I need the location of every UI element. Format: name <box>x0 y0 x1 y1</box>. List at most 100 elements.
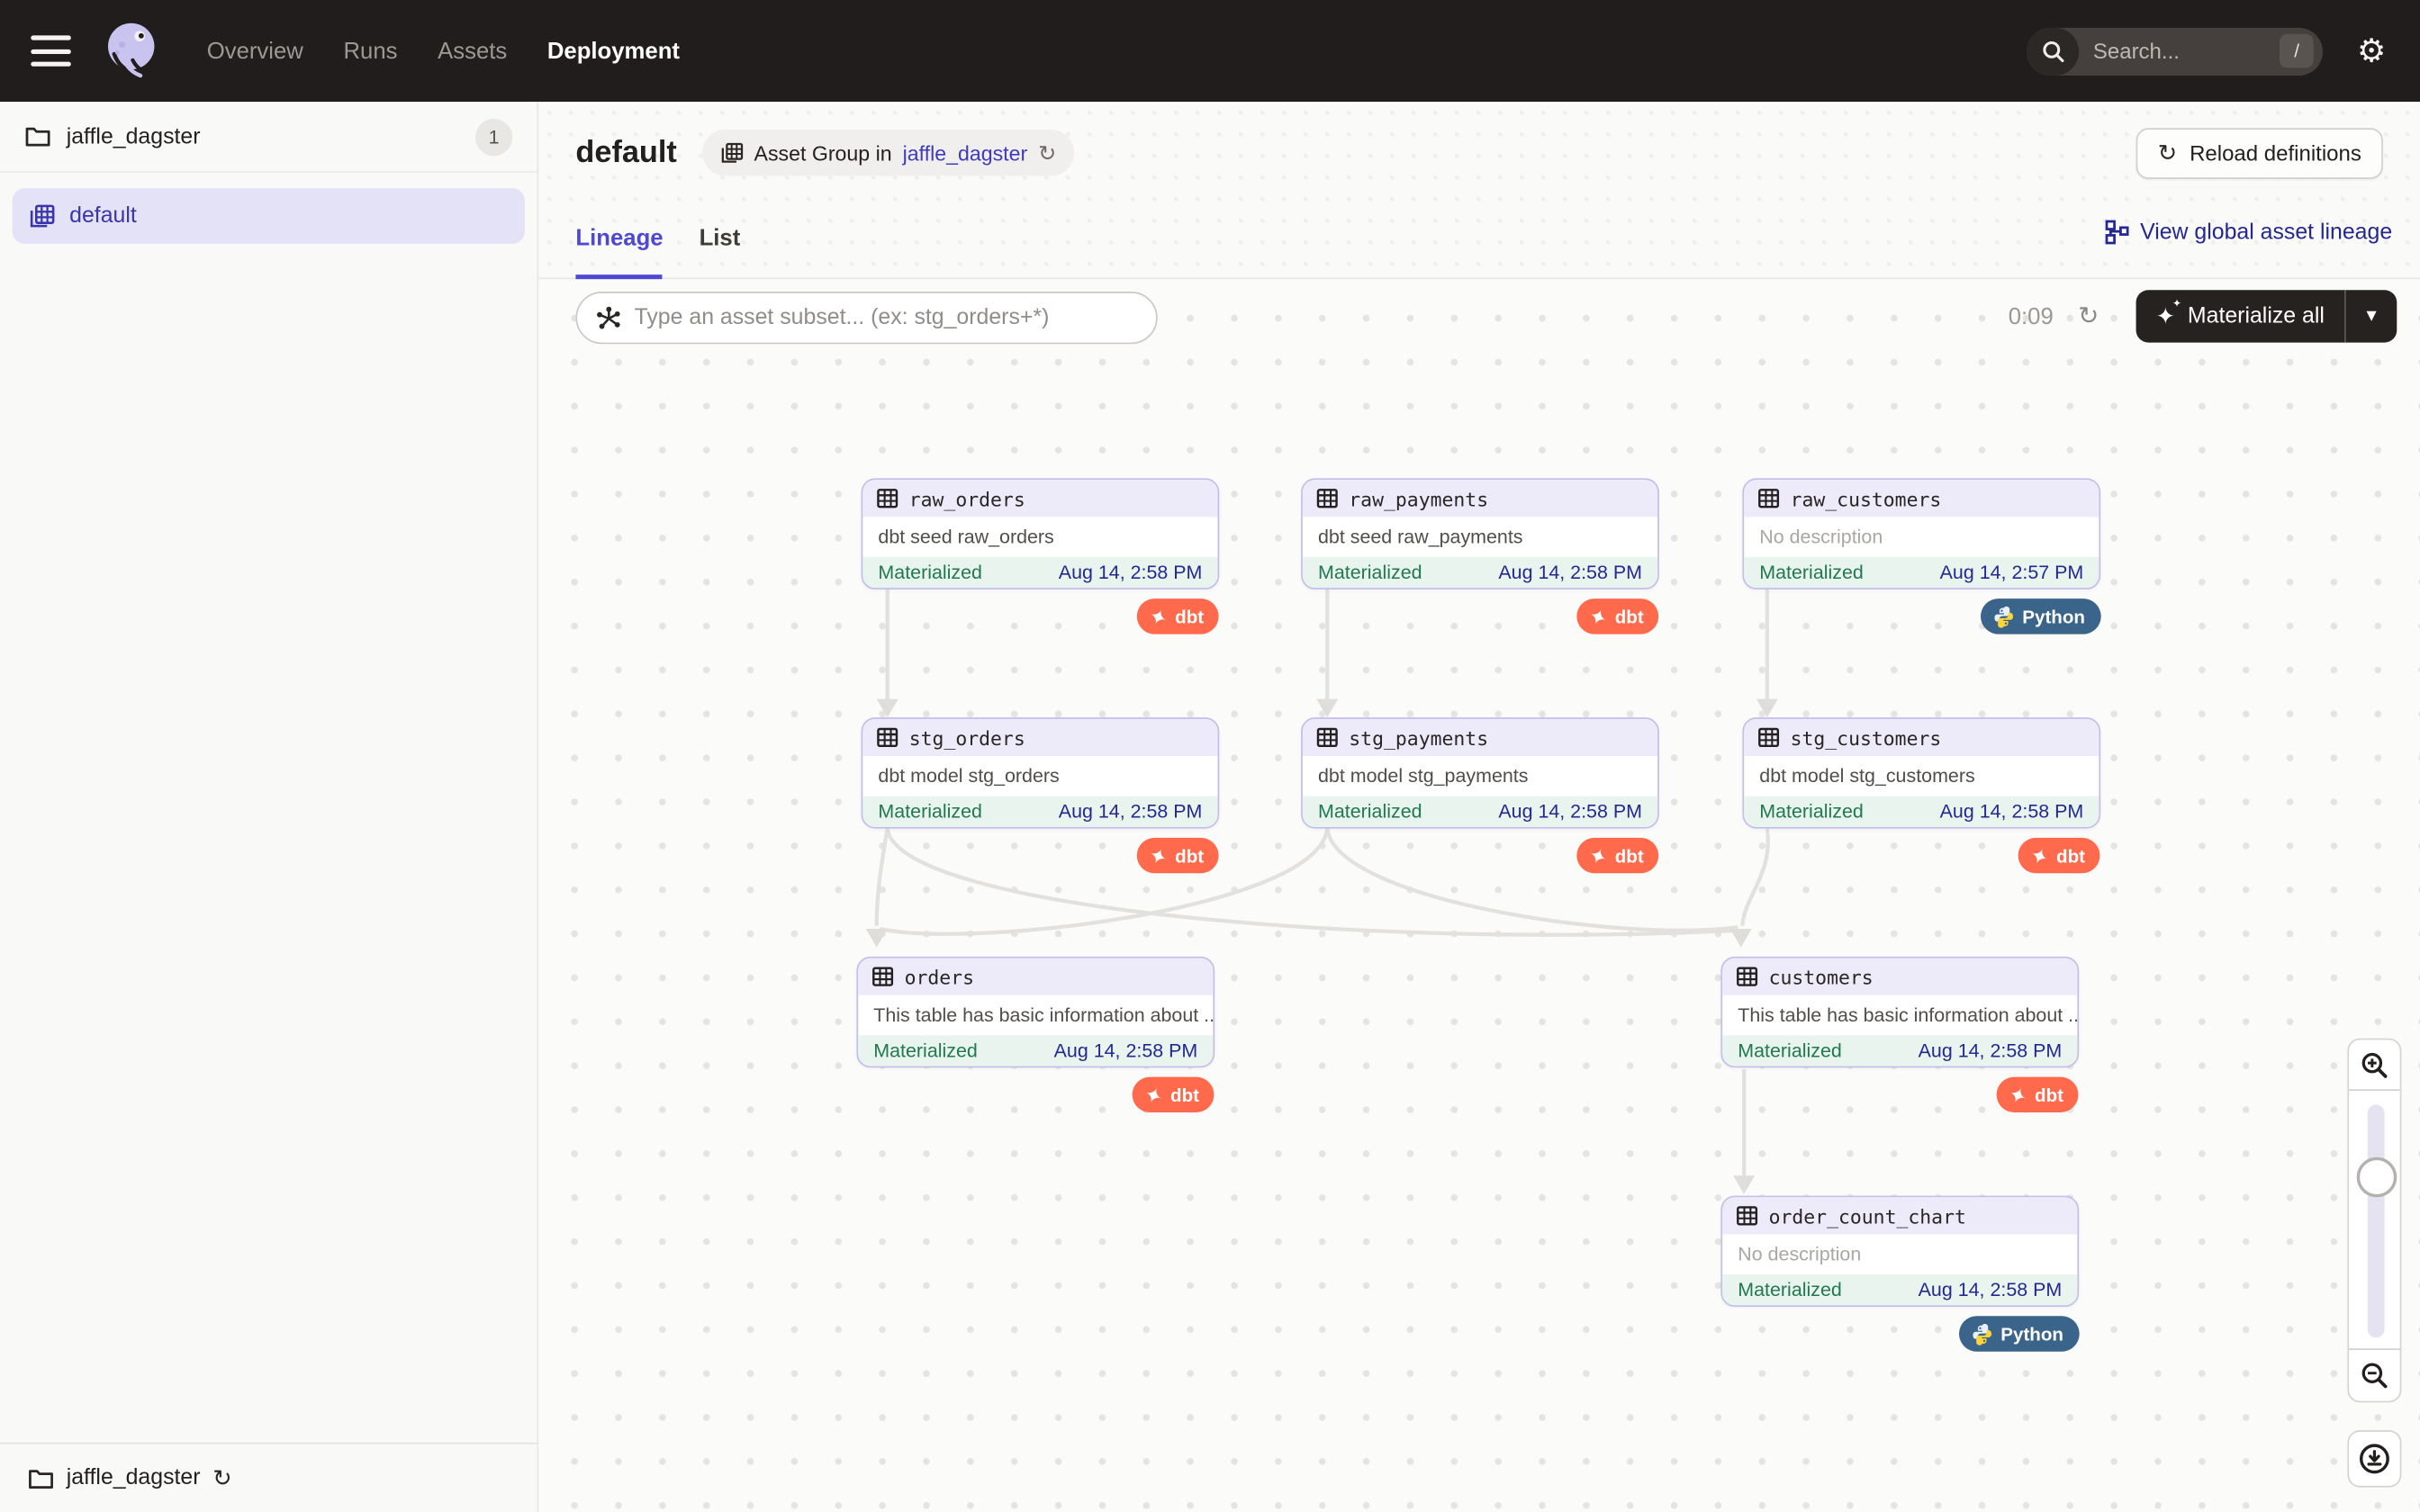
zoom-slider-handle[interactable] <box>2356 1157 2397 1198</box>
lineage-graph-canvas[interactable]: Type an asset subset... (ex: stg_orders+… <box>538 279 2420 1512</box>
materialized-timestamp[interactable]: Aug 14, 2:58 PM <box>1059 562 1203 583</box>
asset-name: stg_payments <box>1349 726 1488 750</box>
python-badge-raw_customers[interactable]: Python <box>1981 598 2100 634</box>
materialized-timestamp[interactable]: Aug 14, 2:58 PM <box>1498 801 1642 823</box>
dbt-badge-raw_orders[interactable]: ✦dbt <box>1137 598 1220 634</box>
refresh-timer: 0:09 <box>2009 303 2054 329</box>
zoom-slider[interactable] <box>2347 1089 2401 1350</box>
materialized-timestamp[interactable]: Aug 14, 2:58 PM <box>1059 801 1203 823</box>
folder-icon <box>24 125 50 148</box>
materialized-status: Materialized <box>1759 801 1864 823</box>
tab-lineage[interactable]: Lineage <box>575 197 663 277</box>
asset-status-bar: Materialized Aug 14, 2:58 PM <box>862 557 1217 588</box>
table-icon <box>877 488 898 509</box>
asset-node-header: orders <box>858 958 1213 995</box>
zoom-out-button[interactable] <box>2347 1348 2401 1402</box>
table-icon <box>1316 726 1338 748</box>
dbt-badge-raw_payments[interactable]: ✦dbt <box>1576 598 1659 634</box>
folder-icon <box>28 1466 54 1490</box>
asset-description: dbt model stg_orders <box>862 756 1217 796</box>
asset-status-bar: Materialized Aug 14, 2:58 PM <box>1722 1274 2077 1305</box>
table-icon <box>1758 726 1780 748</box>
dagster-logo-icon[interactable] <box>99 17 167 85</box>
asset-name: raw_payments <box>1349 487 1488 510</box>
asset-node-header: customers <box>1722 958 2077 995</box>
dbt-icon: ✦ <box>1146 603 1171 630</box>
materialized-timestamp[interactable]: Aug 14, 2:58 PM <box>1940 801 2084 823</box>
asset-node-raw_orders[interactable]: raw_orders dbt seed raw_orders Materiali… <box>862 478 1220 589</box>
asset-node-customers[interactable]: customers This table has basic informati… <box>1720 957 2079 1067</box>
nav-overview[interactable]: Overview <box>207 38 303 64</box>
asset-node-header: stg_orders <box>862 719 1217 756</box>
asset-node-stg_customers[interactable]: stg_customers dbt model stg_customers Ma… <box>1742 717 2100 828</box>
asset-description: dbt model stg_customers <box>1744 756 2099 796</box>
lineage-edges <box>538 279 2420 1512</box>
search-placeholder: Search... <box>2093 39 2280 63</box>
asset-node-order_count_chart[interactable]: order_count_chart No description Materia… <box>1720 1196 2079 1307</box>
refresh-icon[interactable]: ↻ <box>1038 142 1056 164</box>
asset-name: order_count_chart <box>1769 1204 1966 1228</box>
asset-name: raw_customers <box>1791 487 1942 510</box>
view-global-asset-lineage-link[interactable]: View global asset lineage <box>2103 219 2392 245</box>
asset-name: stg_orders <box>909 726 1025 750</box>
asset-node-header: raw_orders <box>862 480 1217 517</box>
table-icon <box>877 726 898 748</box>
nav-deployment[interactable]: Deployment <box>547 38 680 64</box>
asset-subset-input[interactable]: Type an asset subset... (ex: stg_orders+… <box>575 292 1157 344</box>
dbt-badge-stg_customers[interactable]: ✦dbt <box>2018 838 2101 873</box>
materialized-status: Materialized <box>1738 1279 1842 1300</box>
refresh-icon[interactable]: ↻ <box>2078 301 2099 331</box>
asset-node-raw_customers[interactable]: raw_customers No description Materialize… <box>1742 478 2100 589</box>
page-title: default <box>575 135 676 170</box>
sidebar-repo-row[interactable]: jaffle_dagster 1 <box>0 102 537 173</box>
zoom-in-button[interactable] <box>2347 1039 2401 1091</box>
asset-status-bar: Materialized Aug 14, 2:58 PM <box>1303 796 1657 827</box>
asset-group-breadcrumb: Asset Group in jaffle_dagster ↻ <box>701 130 1075 176</box>
asset-description: dbt model stg_payments <box>1303 756 1657 796</box>
dbt-badge-stg_orders[interactable]: ✦dbt <box>1137 838 1220 873</box>
dbt-badge-orders[interactable]: ✦dbt <box>1133 1077 1215 1112</box>
repo-count-badge: 1 <box>475 118 512 155</box>
materialize-dropdown-caret[interactable]: ▼ <box>2346 307 2397 326</box>
materialized-timestamp[interactable]: Aug 14, 2:58 PM <box>1919 1040 2063 1061</box>
asset-name: stg_customers <box>1791 726 1942 750</box>
tab-list[interactable]: List <box>700 197 741 277</box>
asset-node-orders[interactable]: orders This table has basic information … <box>856 957 1215 1067</box>
asset-node-raw_payments[interactable]: raw_payments dbt seed raw_payments Mater… <box>1301 478 1659 589</box>
python-icon <box>1972 1323 1993 1345</box>
dbt-badge-stg_payments[interactable]: ✦dbt <box>1576 838 1659 873</box>
dbt-badge-customers[interactable]: ✦dbt <box>1997 1077 2080 1112</box>
zoom-slider-track[interactable] <box>2368 1104 2385 1337</box>
footer-repo-label: jaffle_dagster <box>67 1466 201 1490</box>
download-image-button[interactable] <box>2347 1430 2401 1487</box>
asset-description: No description <box>1744 517 2099 557</box>
breadcrumb-prefix: Asset Group in <box>754 141 892 165</box>
primary-nav: Overview Runs Assets Deployment <box>207 38 680 64</box>
materialize-all-button[interactable]: ✦ Materialize all ▼ <box>2136 290 2397 342</box>
asset-group-icon <box>30 202 56 229</box>
sidebar: jaffle_dagster 1 default jaffle_dagster … <box>0 102 538 1512</box>
asset-node-stg_payments[interactable]: stg_payments dbt model stg_payments Mate… <box>1301 717 1659 828</box>
materialized-timestamp[interactable]: Aug 14, 2:58 PM <box>1054 1040 1198 1061</box>
nav-assets[interactable]: Assets <box>438 38 507 64</box>
app-window: Overview Runs Assets Deployment Search..… <box>0 0 2420 1512</box>
sidebar-item-default-group[interactable]: default <box>13 188 525 244</box>
materialized-timestamp[interactable]: Aug 14, 2:58 PM <box>1498 562 1642 583</box>
sidebar-repo-label: jaffle_dagster <box>67 124 201 148</box>
hamburger-menu-icon[interactable] <box>31 35 71 66</box>
search-shortcut-key: / <box>2280 34 2314 68</box>
python-badge-order_count_chart[interactable]: Python <box>1959 1316 2079 1351</box>
asset-node-stg_orders[interactable]: stg_orders dbt model stg_orders Material… <box>862 717 1220 828</box>
materialized-timestamp[interactable]: Aug 14, 2:57 PM <box>1940 562 2084 583</box>
reload-definitions-button[interactable]: ↻ Reload definitions <box>2136 127 2383 178</box>
asset-description: This table has basic information about .… <box>1722 995 2077 1036</box>
search-input[interactable]: Search... / <box>2027 27 2323 75</box>
breadcrumb-repo-link[interactable]: jaffle_dagster <box>903 141 1028 165</box>
materialized-status: Materialized <box>1318 801 1422 823</box>
lineage-graph-icon <box>2103 219 2129 245</box>
table-icon <box>1737 1205 1758 1227</box>
refresh-icon[interactable]: ↻ <box>212 1466 232 1490</box>
settings-gear-icon[interactable]: ⚙ <box>2357 35 2386 68</box>
nav-runs[interactable]: Runs <box>343 38 397 64</box>
materialized-timestamp[interactable]: Aug 14, 2:58 PM <box>1919 1279 2063 1300</box>
